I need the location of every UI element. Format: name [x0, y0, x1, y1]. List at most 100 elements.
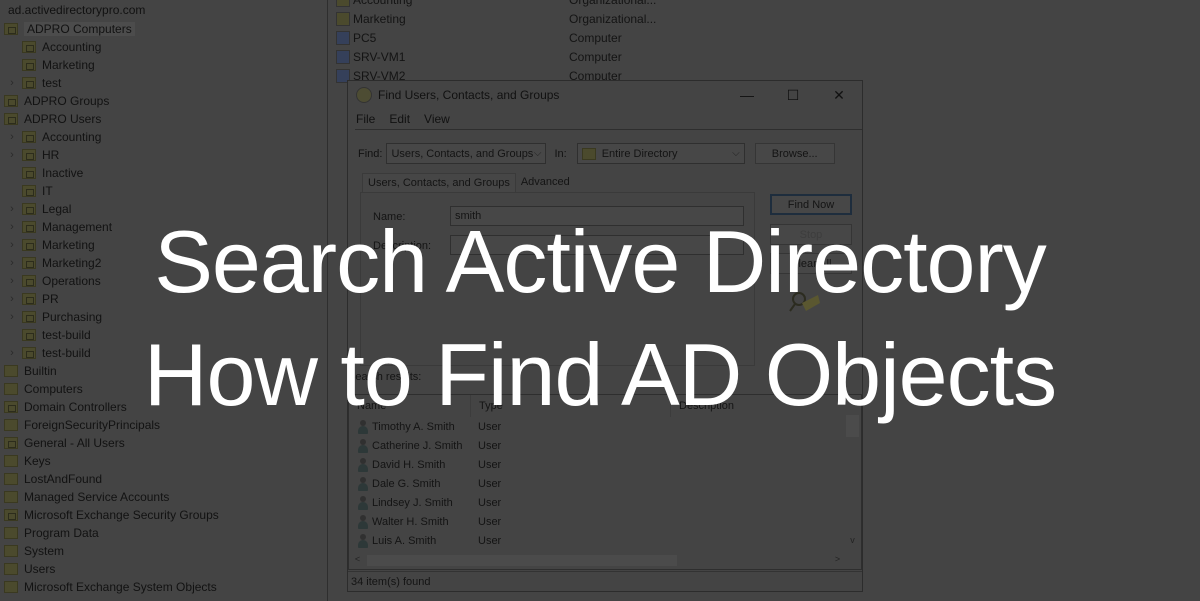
find-label: Find:	[358, 147, 383, 160]
browse-button[interactable]: Browse...	[754, 143, 835, 164]
list-item-name: SRV-VM1	[353, 50, 406, 64]
tab-users-contacts-groups[interactable]: Users, Contacts, and Groups	[362, 173, 516, 192]
tree-item[interactable]: ADPRO Groups	[4, 92, 109, 110]
tree-item-label: IT	[42, 184, 53, 198]
ou-folder-icon	[22, 185, 36, 197]
scroll-left-icon[interactable]: <	[349, 554, 366, 564]
maximize-button[interactable]: ☐	[770, 81, 816, 109]
tree-item[interactable]: › HR	[6, 146, 59, 164]
list-item[interactable]: PC5 Computer	[336, 29, 946, 47]
find-type-select[interactable]: Users, Contacts, and Groups ⌵	[386, 143, 547, 164]
close-button[interactable]: ✕	[816, 81, 862, 109]
result-type: User	[478, 477, 502, 490]
result-rows: Timothy A. Smith User Catherine J. Smith Us…	[349, 417, 861, 550]
ou-folder-icon	[22, 167, 36, 179]
tree-item-label: Users	[24, 562, 56, 576]
ou-folder-icon	[4, 113, 18, 125]
menu-view[interactable]: View	[424, 112, 450, 126]
horizontal-scrollbar[interactable]: < >	[349, 552, 846, 569]
result-row[interactable]: David H. Smith User	[349, 455, 861, 474]
result-row[interactable]: Walter H. Smith User	[349, 512, 861, 531]
tree-item[interactable]: System	[4, 542, 64, 560]
list-item-type: Computer	[569, 50, 622, 64]
chevron-right-icon[interactable]: ›	[6, 131, 18, 143]
tree-item-label: Accounting	[42, 40, 102, 54]
tree-item-label: LostAndFound	[24, 472, 103, 486]
minimize-button[interactable]: —	[724, 81, 770, 109]
tree-item[interactable]: Users	[4, 560, 55, 578]
tree-item[interactable]: General - All Users	[4, 434, 125, 452]
list-item[interactable]: Accounting Organizational...	[336, 0, 946, 9]
tree-item-label: ADPRO Groups	[24, 94, 110, 108]
result-name: David H. Smith	[372, 458, 446, 471]
list-item-type: Organizational...	[569, 0, 657, 7]
headline-line-1: Search Active Directory	[154, 212, 1047, 311]
tree-item-label: Program Data	[24, 526, 99, 540]
computer-icon	[336, 50, 350, 64]
tree-item[interactable]: Managed Service Accounts	[4, 488, 169, 506]
headline-line-2: How to Find AD Objects	[143, 325, 1057, 424]
screen: ad.activedirectorypro.com ADPRO Computer…	[0, 0, 1200, 601]
find-row: Find: Users, Contacts, and Groups ⌵ In: …	[358, 143, 835, 164]
menu-file[interactable]: File	[356, 112, 375, 126]
horizontal-scroll-thumb[interactable]	[367, 555, 677, 566]
chevron-down-icon: ⌵	[533, 148, 542, 159]
headline-overlay: Search Active Directory How to Find AD O…	[0, 205, 1200, 431]
container-folder-icon	[4, 581, 18, 593]
tree-item[interactable]: IT	[6, 182, 53, 200]
tree-item[interactable]: Program Data	[4, 524, 99, 542]
ou-folder-icon	[4, 437, 18, 449]
user-icon	[357, 514, 369, 529]
tree-item-label: test	[42, 76, 62, 90]
container-folder-icon	[4, 473, 18, 485]
tree-item[interactable]: Microsoft Exchange Security Groups	[4, 506, 219, 524]
in-location-select[interactable]: Entire Directory ⌵	[576, 143, 745, 164]
in-location-value: Entire Directory	[601, 147, 678, 160]
result-name: Dale G. Smith	[372, 477, 441, 490]
tree-root-domain[interactable]: ad.activedirectorypro.com	[8, 3, 145, 17]
tree-item-label: Accounting	[42, 130, 102, 144]
tree-item[interactable]: ADPRO Users	[4, 110, 101, 128]
tree-item[interactable]: Marketing	[6, 56, 95, 74]
tree-item[interactable]: ADPRO Computers	[4, 20, 135, 38]
tree-item-label: Keys	[24, 454, 51, 468]
tree-item[interactable]: Microsoft Exchange System Objects	[4, 578, 217, 596]
user-icon	[357, 476, 369, 491]
items-found-count: 34 item(s) found	[351, 575, 431, 588]
result-row[interactable]: Catherine J. Smith User	[349, 436, 861, 455]
list-item[interactable]: Marketing Organizational...	[336, 10, 946, 28]
chevron-right-icon[interactable]: ›	[6, 77, 18, 89]
ou-folder-icon	[22, 41, 36, 53]
ou-icon	[336, 12, 350, 26]
tree-item[interactable]: Keys	[4, 452, 51, 470]
tree-item[interactable]: › test	[6, 74, 61, 92]
tree-item[interactable]: Accounting	[6, 38, 101, 56]
tree-item-label: Microsoft Exchange System Objects	[24, 580, 217, 594]
status-bar: 34 item(s) found	[348, 571, 862, 591]
user-icon	[357, 533, 369, 548]
user-icon	[357, 457, 369, 472]
ou-folder-icon	[22, 149, 36, 161]
scroll-down-icon[interactable]: v	[844, 535, 861, 545]
result-row[interactable]: Lindsey J. Smith User	[349, 493, 861, 512]
result-type: User	[478, 439, 502, 452]
container-folder-icon	[4, 563, 18, 575]
result-row[interactable]: Luis A. Smith User	[349, 531, 861, 550]
tab-advanced[interactable]: Advanced	[516, 173, 575, 192]
directory-icon	[581, 147, 596, 160]
tree-item[interactable]: Inactive	[6, 164, 83, 182]
scroll-right-icon[interactable]: >	[829, 554, 846, 564]
menu-separator	[355, 129, 862, 130]
menu-edit[interactable]: Edit	[389, 112, 410, 126]
tree-item-label: Microsoft Exchange Security Groups	[24, 508, 219, 522]
dialog-titlebar[interactable]: Find Users, Contacts, and Groups — ☐ ✕	[348, 81, 862, 109]
tree-item[interactable]: › Accounting	[6, 128, 101, 146]
chevron-right-icon[interactable]: ›	[6, 149, 18, 161]
tree-item[interactable]: LostAndFound	[4, 470, 102, 488]
list-item-type: Computer	[569, 31, 622, 45]
list-item[interactable]: SRV-VM1 Computer	[336, 48, 946, 66]
result-type: User	[478, 496, 502, 509]
ou-folder-icon	[4, 509, 18, 521]
window-controls: — ☐ ✕	[724, 81, 862, 109]
result-row[interactable]: Dale G. Smith User	[349, 474, 861, 493]
